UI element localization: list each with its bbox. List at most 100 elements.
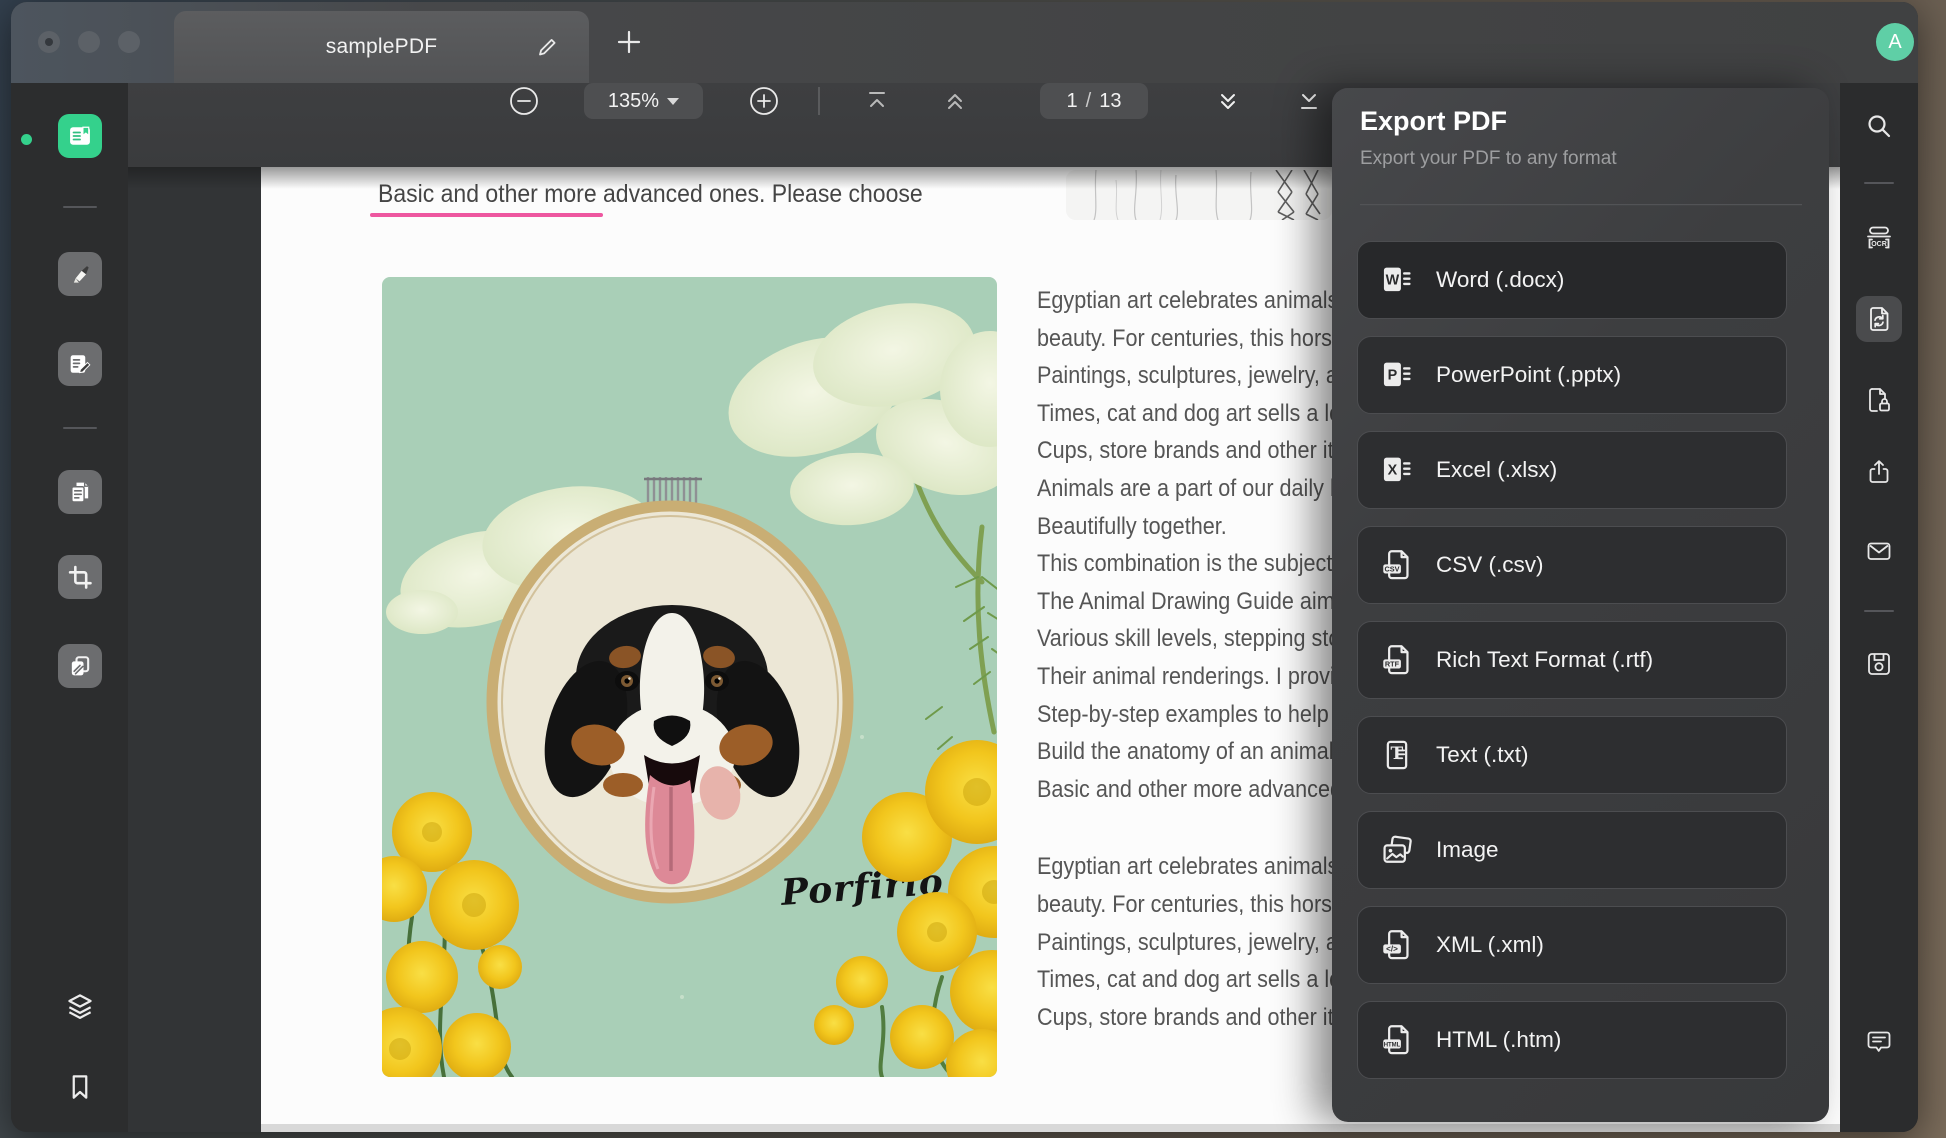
account-avatar[interactable]: A <box>1876 23 1914 61</box>
export-html-button[interactable]: HTMLHTML (.htm) <box>1357 1001 1787 1079</box>
html-file-icon: HTML <box>1380 1023 1414 1057</box>
paragraph-1: Egyptian art celebrates animalsbeauty. F… <box>1037 287 1333 813</box>
tool-crop-button[interactable] <box>58 555 102 599</box>
traffic-light-close-button[interactable] <box>38 31 60 53</box>
note-edit-icon <box>66 350 94 378</box>
export-powerpoint-button[interactable]: P PowerPoint (.pptx) <box>1357 336 1787 414</box>
export-word-button[interactable]: WWord (.docx) <box>1357 241 1787 319</box>
export-format-label: PowerPoint (.pptx) <box>1436 362 1621 388</box>
save-floppy-icon <box>1864 649 1894 679</box>
sidebar-divider <box>1864 182 1894 184</box>
title-bar: samplePDF A <box>11 2 1918 83</box>
doc-text-line: Basic and other more advanced <box>1037 776 1333 814</box>
mail-button[interactable] <box>1864 536 1894 566</box>
arrow-to-top-icon <box>862 86 892 116</box>
doc-text-line: Egyptian art celebrates animals <box>1037 853 1333 891</box>
copy-pages-icon <box>66 478 94 506</box>
ocr-icon: OCR <box>1864 223 1894 253</box>
doc-text-line: Times, cat and dog art sells a lot <box>1037 400 1333 438</box>
svg-text:P: P <box>1388 368 1398 384</box>
protect-button[interactable] <box>1864 385 1894 415</box>
layers-icon <box>65 991 95 1021</box>
traffic-light-minimize-button[interactable] <box>78 31 100 53</box>
toolbar-divider <box>818 87 820 115</box>
tool-highlight-button[interactable] <box>58 252 102 296</box>
plus-circle-icon <box>749 86 779 116</box>
document-tab[interactable]: samplePDF <box>174 11 589 83</box>
zoom-in-button[interactable] <box>749 86 779 116</box>
double-chevron-down-icon <box>1213 86 1243 116</box>
svg-text:HTML: HTML <box>1384 1042 1401 1048</box>
doc-text-line: Paintings, sculptures, jewelry, ar <box>1037 362 1333 400</box>
powerpoint-icon: P <box>1380 358 1414 392</box>
sidebar-divider <box>63 427 97 429</box>
dog-photo: Porfirio <box>382 277 997 1077</box>
rename-pencil-icon[interactable] <box>535 35 559 59</box>
tool-edit-note-button[interactable] <box>58 342 102 386</box>
zoom-level-dropdown[interactable]: 135% <box>584 83 703 119</box>
paragraph-2: Egyptian art celebrates animalsbeauty. F… <box>1037 853 1333 1041</box>
tool-bookmark-button[interactable] <box>65 1072 95 1102</box>
svg-text:W: W <box>1386 273 1400 289</box>
svg-text:X: X <box>1388 463 1398 479</box>
plus-icon <box>613 26 645 58</box>
export-format-label: CSV (.csv) <box>1436 552 1544 578</box>
doc-text-line: Beautifully together. <box>1037 513 1333 551</box>
image-icon <box>1380 833 1414 867</box>
minus-circle-icon <box>509 86 539 116</box>
export-format-label: Excel (.xlsx) <box>1436 457 1557 483</box>
doc-text-column: Egyptian art celebrates animalsbeauty. F… <box>1037 287 1333 1079</box>
highlighter-icon <box>66 260 94 288</box>
ocr-button[interactable]: OCR <box>1864 223 1894 253</box>
export-xml-button[interactable]: </>XML (.xml) <box>1357 906 1787 984</box>
tool-pages-button[interactable] <box>58 470 102 514</box>
svg-text:RTF: RTF <box>1385 659 1400 668</box>
save-button[interactable] <box>1864 649 1894 679</box>
tool-overlay-pages-button[interactable] <box>58 644 102 688</box>
chevron-down-icon <box>667 98 679 105</box>
share-button[interactable] <box>1864 457 1894 487</box>
tool-layers-button[interactable] <box>65 991 95 1021</box>
export-format-label: Image <box>1436 837 1499 863</box>
zoom-level-value: 135% <box>608 90 659 113</box>
doc-text-line: Paintings, sculptures, jewelry, ar <box>1037 929 1333 967</box>
panel-divider <box>1360 204 1802 206</box>
xml-file-icon: </> <box>1380 928 1414 962</box>
active-tool-indicator-dot <box>21 134 32 145</box>
export-format-label: Rich Text Format (.rtf) <box>1436 647 1653 673</box>
page-separator: / <box>1086 90 1092 113</box>
export-csv-button[interactable]: CSV CSV (.csv) <box>1357 526 1787 604</box>
doc-text-line: Their animal renderings. I provid <box>1037 663 1333 701</box>
scroll-to-bottom-button[interactable] <box>1294 86 1324 116</box>
doc-text-line: beauty. For centuries, this horse <box>1037 891 1333 929</box>
convert-button[interactable] <box>1864 304 1894 334</box>
export-panel-title: Export PDF <box>1360 106 1507 137</box>
sidebar-divider <box>1864 610 1894 612</box>
feedback-chat-button[interactable] <box>1864 1027 1894 1057</box>
zoom-out-button[interactable] <box>509 86 539 116</box>
scroll-to-top-button[interactable] <box>862 86 892 116</box>
overlap-pages-icon <box>66 652 94 680</box>
page-bottom-edge <box>261 1124 1840 1132</box>
search-button[interactable] <box>1864 111 1894 141</box>
export-text-button[interactable]: TText (.txt) <box>1357 716 1787 794</box>
excel-icon: X <box>1380 453 1414 487</box>
previous-page-button[interactable] <box>940 86 970 116</box>
tool-read-mode-button[interactable] <box>58 114 102 158</box>
page-number-box[interactable]: 1 / 13 <box>1040 83 1148 119</box>
export-image-button[interactable]: Image <box>1357 811 1787 889</box>
crop-icon <box>66 563 94 591</box>
doc-text-line: beauty. For centuries, this horse <box>1037 325 1333 363</box>
svg-text:CSV: CSV <box>1385 564 1400 573</box>
next-page-button[interactable] <box>1213 86 1243 116</box>
new-tab-button[interactable] <box>613 26 645 58</box>
svg-text:</>: </> <box>1386 944 1398 953</box>
doc-text-line: Cups, store brands and other ite <box>1037 437 1333 475</box>
export-rtf-button[interactable]: RTF Rich Text Format (.rtf) <box>1357 621 1787 699</box>
traffic-light-zoom-button[interactable] <box>118 31 140 53</box>
doc-text-line: This combination is the subject c <box>1037 550 1333 588</box>
doc-text-line: Animals are a part of our daily lif <box>1037 475 1333 513</box>
export-excel-button[interactable]: X Excel (.xlsx) <box>1357 431 1787 509</box>
close-dot-icon <box>45 38 53 46</box>
document-tab-title: samplePDF <box>326 35 438 59</box>
